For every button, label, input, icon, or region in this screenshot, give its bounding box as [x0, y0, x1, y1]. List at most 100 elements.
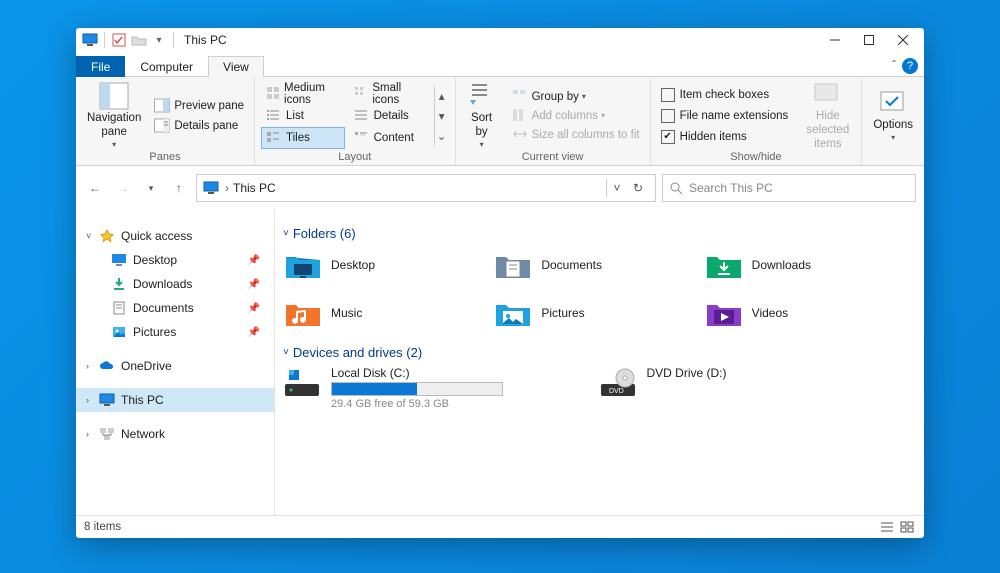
nav-downloads[interactable]: Downloads 📌 — [76, 272, 274, 296]
search-input[interactable]: Search This PC — [662, 174, 916, 202]
folder-qat-icon[interactable] — [131, 32, 147, 48]
nav-this-pc[interactable]: › This PC — [76, 388, 274, 412]
search-icon — [669, 181, 683, 195]
address-dropdown-button[interactable]: ˅ — [607, 181, 627, 195]
layout-medium-icons[interactable]: Medium icons — [261, 83, 345, 105]
download-icon — [110, 276, 128, 292]
folder-tile-desktop[interactable]: Desktop — [283, 247, 493, 283]
tab-file[interactable]: File — [76, 56, 125, 77]
cloud-icon — [98, 358, 116, 374]
help-icon[interactable]: ? — [902, 58, 918, 74]
up-button[interactable]: ↑ — [168, 177, 190, 199]
layout-small-icons[interactable]: Small icons — [349, 83, 432, 105]
nav-network[interactable]: › Network — [76, 422, 274, 446]
drive-tile-d[interactable]: DVD DVD Drive (D:) — [599, 366, 915, 410]
status-bar: 8 items — [76, 515, 924, 538]
navigation-pane: ˅ Quick access Desktop 📌 Downloads 📌 Doc… — [76, 210, 275, 515]
details-view-icon[interactable] — [878, 519, 896, 535]
downloads-folder-icon — [704, 247, 744, 283]
preview-pane-button[interactable]: Preview pane — [150, 97, 248, 115]
layout-list[interactable]: List — [261, 105, 345, 127]
close-button[interactable] — [886, 28, 920, 52]
group-header-folders[interactable]: ˅ Folders (6) — [283, 226, 914, 241]
chevron-right-icon[interactable]: › — [86, 429, 98, 439]
minimize-button[interactable] — [818, 28, 852, 52]
checkbox-qat-icon[interactable] — [111, 32, 127, 48]
ribbon-tabs: File Computer View ˆ ? — [76, 52, 924, 77]
folder-tile-pictures[interactable]: Pictures — [493, 295, 703, 331]
group-header-drives[interactable]: ˅ Devices and drives (2) — [283, 345, 914, 360]
pin-icon[interactable]: 📌 — [248, 303, 260, 314]
titlebar[interactable]: ▾ This PC — [76, 28, 924, 52]
chevron-right-icon[interactable]: › — [86, 361, 98, 371]
layout-content[interactable]: Content — [349, 127, 432, 149]
pin-icon[interactable]: 📌 — [248, 255, 260, 266]
address-crumb[interactable]: This PC — [233, 181, 276, 195]
refresh-button[interactable]: ↻ — [627, 181, 649, 195]
chevron-down-icon[interactable]: ˅ — [86, 231, 98, 241]
options-button[interactable]: Options ▾ — [868, 89, 918, 142]
chevron-down-icon: ˅ — [283, 347, 289, 358]
chevron-down-icon: ▾ — [891, 133, 895, 143]
drive-tile-c[interactable]: Local Disk (C:) 29.4 GB free of 59.3 GB — [283, 366, 599, 410]
hdd-icon — [283, 366, 323, 402]
ribbon-collapse-icon[interactable]: ˆ — [892, 58, 896, 72]
pin-icon[interactable]: 📌 — [248, 327, 260, 338]
nav-toolbar: ← → ▾ ↑ › This PC ˅ ↻ Search This PC — [76, 166, 924, 210]
monitor-icon — [98, 392, 116, 408]
pictures-folder-icon — [493, 295, 533, 331]
tab-computer[interactable]: Computer — [125, 56, 208, 77]
group-by-button[interactable]: Group by▾ — [508, 88, 644, 106]
ribbon-group-panes: Navigation pane ▾ Preview pane Details p… — [76, 77, 255, 165]
window-title: This PC — [184, 33, 227, 47]
folder-tile-music[interactable]: Music — [283, 295, 493, 331]
layout-expand[interactable]: ⌄ — [434, 126, 449, 146]
recent-locations-button[interactable]: ▾ — [140, 177, 162, 199]
hidden-items-toggle[interactable]: ✔Hidden items — [657, 128, 793, 146]
videos-folder-icon — [704, 295, 744, 331]
forward-button: → — [112, 177, 134, 199]
maximize-button[interactable] — [852, 28, 886, 52]
large-icons-view-icon[interactable] — [898, 519, 916, 535]
drive-name: DVD Drive (D:) — [647, 366, 727, 380]
sort-by-button[interactable]: Sort by ▾ — [462, 82, 502, 149]
hide-selected-button: Hide selected items — [800, 80, 855, 151]
qat-dropdown-icon[interactable]: ▾ — [151, 32, 167, 48]
back-button[interactable]: ← — [84, 177, 106, 199]
nav-onedrive[interactable]: › OneDrive — [76, 354, 274, 378]
folder-tile-videos[interactable]: Videos — [704, 295, 914, 331]
size-all-columns-button: Size all columns to fit — [508, 126, 644, 144]
star-icon — [98, 228, 116, 244]
chevron-right-icon[interactable]: › — [225, 181, 229, 195]
documents-folder-icon — [493, 247, 533, 283]
nav-documents[interactable]: Documents 📌 — [76, 296, 274, 320]
monitor-icon — [203, 181, 219, 195]
content-area[interactable]: ˅ Folders (6) Desktop Documents Download… — [275, 210, 924, 515]
nav-pictures[interactable]: Pictures 📌 — [76, 320, 274, 344]
chevron-right-icon[interactable]: › — [86, 395, 98, 405]
folder-tile-downloads[interactable]: Downloads — [704, 247, 914, 283]
chevron-down-icon: ˅ — [283, 228, 289, 239]
ribbon-group-layout: Medium icons Small icons List Details Ti… — [255, 77, 456, 165]
layout-scroll-up[interactable]: ▴ — [434, 86, 449, 106]
pin-icon[interactable]: 📌 — [248, 279, 260, 290]
details-pane-button[interactable]: Details pane — [150, 117, 248, 135]
folder-tile-documents[interactable]: Documents — [493, 247, 703, 283]
picture-icon — [110, 324, 128, 340]
layout-details[interactable]: Details — [349, 105, 432, 127]
address-bar[interactable]: › This PC ˅ ↻ — [196, 174, 656, 202]
layout-tiles[interactable]: Tiles — [261, 127, 345, 149]
nav-quick-access[interactable]: ˅ Quick access — [76, 224, 274, 248]
svg-text:DVD: DVD — [609, 388, 624, 395]
item-check-boxes-toggle[interactable]: Item check boxes — [657, 86, 793, 104]
desktop-folder-icon — [283, 247, 323, 283]
layout-scroll-down[interactable]: ▾ — [434, 106, 449, 126]
explorer-window: ▾ This PC File Computer View ˆ ? Navigat… — [76, 28, 924, 538]
tab-view[interactable]: View — [208, 56, 264, 77]
chevron-down-icon: ▾ — [112, 140, 116, 150]
nav-desktop[interactable]: Desktop 📌 — [76, 248, 274, 272]
network-icon — [98, 426, 116, 442]
drive-name: Local Disk (C:) — [331, 366, 503, 380]
file-name-extensions-toggle[interactable]: File name extensions — [657, 107, 793, 125]
navigation-pane-button[interactable]: Navigation pane ▾ — [82, 82, 146, 149]
